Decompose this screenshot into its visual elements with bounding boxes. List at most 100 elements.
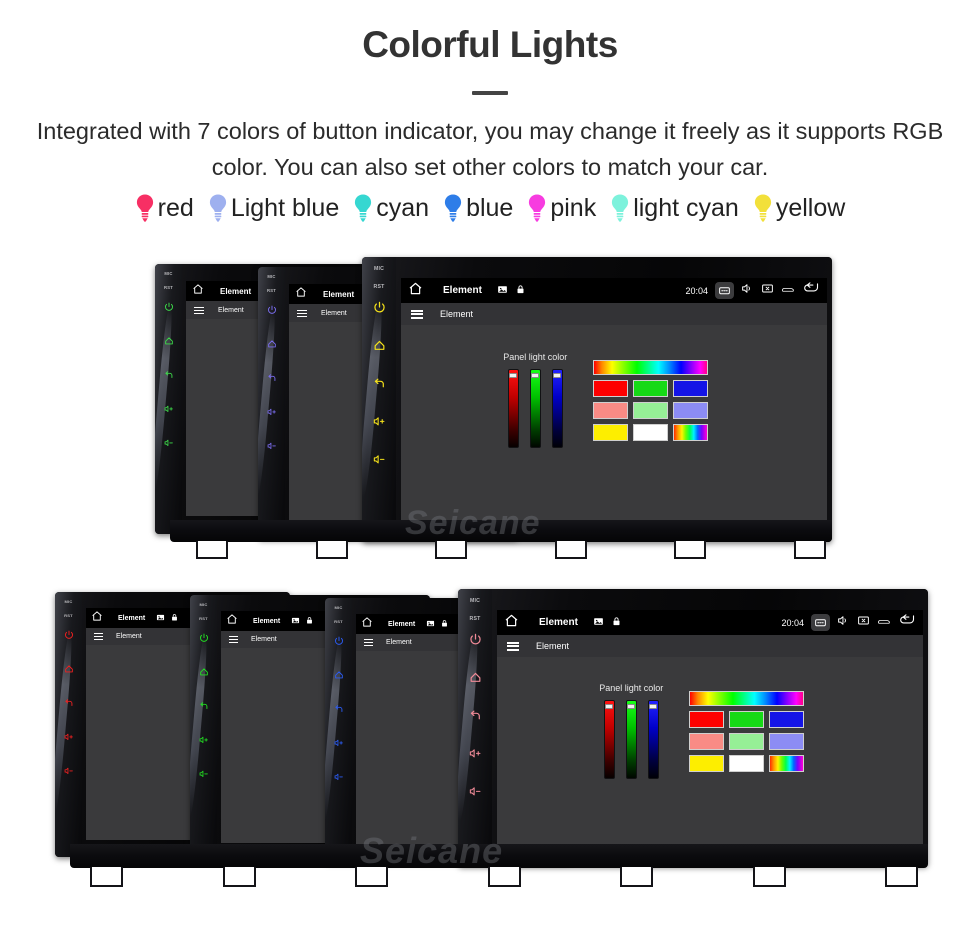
color-swatch-2-0[interactable] xyxy=(689,754,725,772)
color-swatch-2-1[interactable] xyxy=(633,423,669,441)
volume-up-button[interactable] xyxy=(373,415,386,433)
green-slider[interactable] xyxy=(625,700,637,780)
home-icon[interactable] xyxy=(226,612,238,630)
back-arrow-icon[interactable] xyxy=(898,613,916,632)
screenshot-icon[interactable] xyxy=(811,614,831,631)
touch-screen[interactable]: Element 20:04 Element Panel light color xyxy=(497,610,923,844)
volume-up-button[interactable] xyxy=(164,401,174,419)
hamburger-menu-icon[interactable] xyxy=(229,636,238,643)
back-button[interactable] xyxy=(267,370,277,388)
blue-slider[interactable] xyxy=(551,369,563,449)
screen-off-icon[interactable] xyxy=(857,614,870,632)
hamburger-menu-icon[interactable] xyxy=(297,309,307,317)
hue-gradient-bar[interactable] xyxy=(593,359,709,375)
home-button[interactable] xyxy=(267,336,277,354)
home-icon[interactable] xyxy=(504,613,519,633)
green-slider-knob[interactable] xyxy=(531,373,540,379)
image-icon[interactable] xyxy=(291,612,300,630)
color-swatch-2-1[interactable] xyxy=(729,754,765,772)
volume-down-button[interactable] xyxy=(267,438,277,456)
back-button[interactable] xyxy=(164,367,174,385)
back-button[interactable] xyxy=(373,377,386,395)
volume-up-button[interactable] xyxy=(199,732,209,750)
touch-screen[interactable]: Element 20:04 Element Panel light color xyxy=(401,278,827,520)
home-icon[interactable] xyxy=(295,285,307,303)
red-slider[interactable] xyxy=(507,369,519,449)
color-swatch-1-0[interactable] xyxy=(689,732,725,750)
red-slider[interactable] xyxy=(603,700,615,780)
color-swatch-0-0[interactable] xyxy=(593,379,629,397)
volume-up-button[interactable] xyxy=(334,735,344,753)
color-swatch-1-2[interactable] xyxy=(769,732,805,750)
green-slider-knob[interactable] xyxy=(627,704,636,710)
volume-down-button[interactable] xyxy=(199,766,209,784)
power-button[interactable] xyxy=(199,630,209,648)
back-button[interactable] xyxy=(64,695,74,713)
image-icon[interactable] xyxy=(593,614,604,632)
color-swatch-1-2[interactable] xyxy=(673,401,709,419)
lock-icon[interactable] xyxy=(440,615,449,633)
color-swatch-2-2[interactable] xyxy=(769,754,805,772)
hue-gradient-bar[interactable] xyxy=(689,690,805,706)
power-button[interactable] xyxy=(64,627,74,645)
color-swatch-1-1[interactable] xyxy=(633,401,669,419)
home-button[interactable] xyxy=(164,333,174,351)
volume-up-button[interactable] xyxy=(64,729,74,747)
hamburger-menu-icon[interactable] xyxy=(194,306,204,314)
back-button[interactable] xyxy=(469,709,482,727)
blue-slider[interactable] xyxy=(647,700,659,780)
color-swatch-1-1[interactable] xyxy=(729,732,765,750)
hamburger-menu-icon[interactable] xyxy=(364,639,373,646)
color-swatch-0-2[interactable] xyxy=(673,379,709,397)
volume-down-button[interactable] xyxy=(64,763,74,781)
green-slider[interactable] xyxy=(529,369,541,449)
screenshot-icon[interactable] xyxy=(715,282,735,299)
color-swatch-2-0[interactable] xyxy=(593,423,629,441)
volume-down-button[interactable] xyxy=(164,435,174,453)
lock-icon[interactable] xyxy=(170,609,179,627)
hamburger-menu-icon[interactable] xyxy=(94,633,103,640)
home-icon[interactable] xyxy=(192,282,204,300)
color-swatch-0-2[interactable] xyxy=(769,710,805,728)
red-slider-knob[interactable] xyxy=(509,373,518,379)
power-button[interactable] xyxy=(164,299,174,317)
volume-down-button[interactable] xyxy=(373,453,386,471)
speaker-icon[interactable] xyxy=(837,614,850,632)
image-icon[interactable] xyxy=(156,609,165,627)
lock-icon[interactable] xyxy=(305,612,314,630)
color-swatch-0-1[interactable] xyxy=(729,710,765,728)
car-icon[interactable] xyxy=(781,282,795,300)
home-icon[interactable] xyxy=(408,281,423,301)
color-swatch-2-2[interactable] xyxy=(673,423,709,441)
home-button[interactable] xyxy=(373,339,386,357)
home-button[interactable] xyxy=(469,671,482,689)
image-icon[interactable] xyxy=(426,615,435,633)
blue-slider-knob[interactable] xyxy=(553,373,562,379)
back-button[interactable] xyxy=(199,698,209,716)
power-button[interactable] xyxy=(469,633,482,651)
blue-slider-knob[interactable] xyxy=(649,704,658,710)
screen-off-icon[interactable] xyxy=(761,282,774,300)
back-arrow-icon[interactable] xyxy=(802,281,820,300)
power-button[interactable] xyxy=(373,301,386,319)
power-button[interactable] xyxy=(334,633,344,651)
speaker-icon[interactable] xyxy=(741,282,754,300)
image-icon[interactable] xyxy=(497,282,508,300)
hamburger-menu-icon[interactable] xyxy=(507,641,519,651)
back-button[interactable] xyxy=(334,701,344,719)
volume-up-button[interactable] xyxy=(469,747,482,765)
home-icon[interactable] xyxy=(91,609,103,627)
home-icon[interactable] xyxy=(361,615,373,633)
home-button[interactable] xyxy=(199,664,209,682)
home-button[interactable] xyxy=(64,661,74,679)
color-swatch-0-0[interactable] xyxy=(689,710,725,728)
home-button[interactable] xyxy=(334,667,344,685)
lock-icon[interactable] xyxy=(611,614,622,632)
color-swatch-0-1[interactable] xyxy=(633,379,669,397)
lock-icon[interactable] xyxy=(515,282,526,300)
volume-down-button[interactable] xyxy=(469,785,482,803)
volume-up-button[interactable] xyxy=(267,404,277,422)
color-swatch-1-0[interactable] xyxy=(593,401,629,419)
car-icon[interactable] xyxy=(877,614,891,632)
red-slider-knob[interactable] xyxy=(605,704,614,710)
